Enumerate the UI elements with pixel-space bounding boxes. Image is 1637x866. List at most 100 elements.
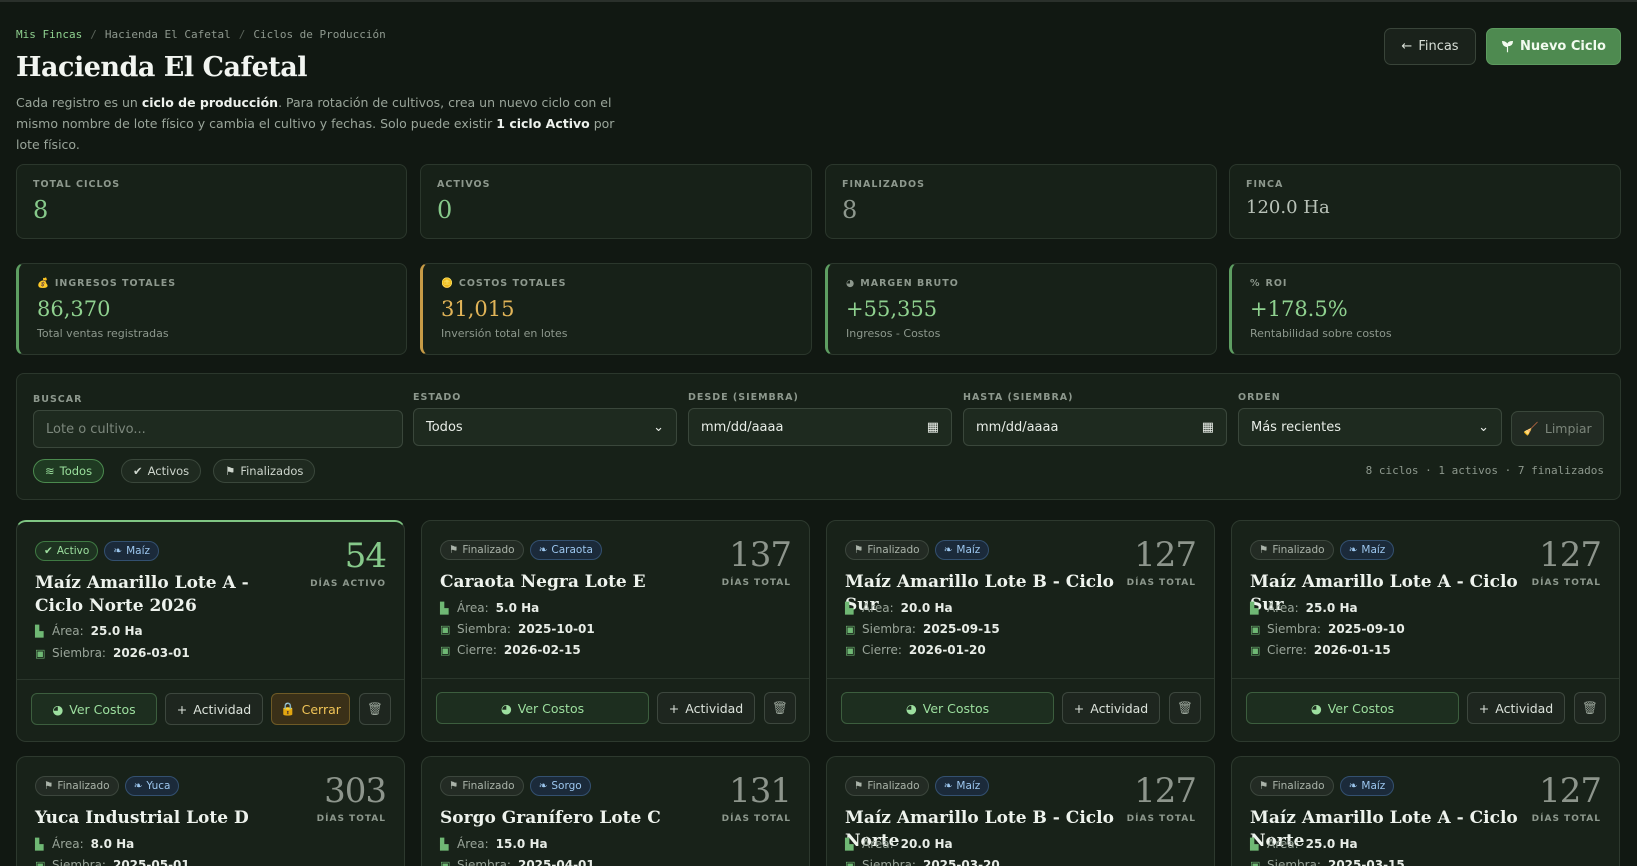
desde-label: DESDE (SIEMBRA) <box>688 392 799 403</box>
back-to-fincas-button[interactable]: ← Fincas <box>1384 28 1476 65</box>
area-info: ▙ Área: 25.0 Ha <box>1250 601 1358 615</box>
breadcrumb-mis-fincas[interactable]: Mis Fincas <box>16 28 82 41</box>
cierre-info: ▣ Cierre: 2026-01-15 <box>1250 643 1391 657</box>
cycle-card[interactable]: ✔ Activo ❧ Maíz 54 DÍAS ACTIVO Maíz Amaril… <box>16 520 405 742</box>
ver-costos-button[interactable]: ◕ Ver Costos <box>1246 692 1459 724</box>
money-bag-icon: 💰 <box>37 278 50 289</box>
stat-finca: FINCA 120.0 Ha <box>1229 164 1621 239</box>
flag-icon: ⚑ <box>854 544 864 556</box>
chip-label: Activos <box>147 464 190 478</box>
plus-icon: + <box>176 701 188 717</box>
calendar-icon: ▣ <box>1250 858 1261 866</box>
cycle-card[interactable]: ⚑ Finalizado ❧ Maíz 127 DÍAS TOTAL Maíz Am… <box>1231 520 1620 742</box>
add-actividad-button[interactable]: + Actividad <box>657 692 755 724</box>
ver-costos-button[interactable]: ◕ Ver Costos <box>436 692 649 724</box>
nuevo-ciclo-button[interactable]: Nuevo Ciclo <box>1486 28 1621 65</box>
fin-label: ROI <box>1265 278 1288 289</box>
cycle-card[interactable]: ⚑ Finalizado ❧ Sorgo 131 DÍAS TOTAL Sorgo … <box>421 756 810 866</box>
pie-icon: ◕ <box>52 701 64 717</box>
cycle-card[interactable]: ⚑ Finalizado ❧ Maíz 127 DÍAS TOTAL Maíz Am… <box>1231 756 1620 866</box>
fin-value: 86,370 <box>37 297 111 321</box>
stat-label: FINALIZADOS <box>842 179 925 190</box>
stat-value: 8 <box>842 196 858 224</box>
area-info: ▙ Área: 25.0 Ha <box>35 624 143 638</box>
add-actividad-button[interactable]: + Actividad <box>1467 692 1565 724</box>
orden-select[interactable]: Más recientes ⌄ <box>1238 408 1502 446</box>
stat-label: TOTAL CICLOS <box>33 179 121 190</box>
plus-icon: + <box>1478 700 1490 716</box>
calendar-icon: ▣ <box>35 646 46 660</box>
cycle-card[interactable]: ⚑ Finalizado ❧ Maíz 127 DÍAS TOTAL Maíz Am… <box>826 520 1215 742</box>
area-info: ▙ Área: 8.0 Ha <box>35 837 135 851</box>
days-count: 303 <box>324 771 387 811</box>
days-label: DÍAS ACTIVO <box>310 579 386 589</box>
calendar-icon[interactable]: ▦ <box>927 420 939 435</box>
search-input[interactable]: Lote o cultivo... <box>33 410 403 448</box>
calendar-icon: ▣ <box>1250 622 1261 636</box>
chip-activos[interactable]: ✔ Activos <box>121 459 202 483</box>
delete-button[interactable]: 🗑 <box>1169 692 1201 724</box>
estado-value: Todos <box>426 419 463 435</box>
cycle-card[interactable]: ⚑ Finalizado ❧ Maíz 127 DÍAS TOTAL Maíz Am… <box>826 756 1215 866</box>
crop-badge: ❧ Maíz <box>934 540 990 560</box>
chip-finalizados[interactable]: ⚑ Finalizados <box>213 459 316 483</box>
limpiar-button[interactable]: 🧹 Limpiar <box>1511 411 1604 446</box>
add-actividad-button[interactable]: + Actividad <box>165 693 263 725</box>
days-label: DÍAS TOTAL <box>1126 578 1196 588</box>
card-actions: ◕ Ver Costos + Actividad 🗑 <box>1232 678 1619 741</box>
desde-value: mm/dd/aaaa <box>701 419 784 435</box>
fin-margen: ◕ MARGEN BRUTO +55,355 Ingresos - Costos <box>825 263 1217 355</box>
siembra-info: ▣ Siembra: 2025-03-20 <box>845 858 1000 866</box>
ver-costos-button[interactable]: ◕ Ver Costos <box>31 693 157 725</box>
fin-sub: Rentabilidad sobre costos <box>1250 327 1392 340</box>
card-actions: ◕ Ver Costos + Actividad 🗑 <box>422 678 809 741</box>
pie-icon: ◕ <box>500 700 512 716</box>
cierre-info: ▣ Cierre: 2026-01-20 <box>845 643 986 657</box>
days-label: DÍAS TOTAL <box>1531 814 1601 824</box>
page-title: Hacienda El Cafetal <box>16 52 308 83</box>
delete-button[interactable]: 🗑 <box>1574 692 1606 724</box>
card-title: Maíz Amarillo Lote A - Ciclo Norte 2026 <box>35 573 249 616</box>
ruler-icon: ▙ <box>440 837 449 851</box>
card-title: Sorgo Granífero Lote C <box>440 808 661 828</box>
cycle-card[interactable]: ⚑ Finalizado ❧ Yuca 303 DÍAS TOTAL Yuca In… <box>16 756 405 866</box>
days-label: DÍAS TOTAL <box>1531 578 1601 588</box>
delete-button[interactable]: 🗑 <box>359 693 391 725</box>
delete-button[interactable]: 🗑 <box>764 692 796 724</box>
calendar-icon[interactable]: ▦ <box>1202 420 1214 435</box>
trash-icon: 🗑 <box>1582 700 1598 715</box>
cerrar-ciclo-button[interactable]: 🔒 Cerrar <box>271 693 350 725</box>
ruler-icon: ▙ <box>1250 837 1259 851</box>
cycle-card[interactable]: ⚑ Finalizado ❧ Caraota 137 DÍAS TOTAL Cara… <box>421 520 810 742</box>
estado-select[interactable]: Todos ⌄ <box>413 408 677 446</box>
breadcrumb-finca[interactable]: Hacienda El Cafetal <box>105 28 231 41</box>
status-badge: ⚑ Finalizado <box>845 776 929 796</box>
chip-label: Finalizados <box>240 464 304 478</box>
lock-icon: 🔒 <box>280 701 296 716</box>
stat-value: 0 <box>437 196 453 224</box>
coins-icon: 🪙 <box>441 278 454 289</box>
leaf-icon: ❧ <box>943 544 953 556</box>
status-badge: ⚑ Finalizado <box>35 776 119 796</box>
flag-icon: ⚑ <box>449 780 459 792</box>
buscar-label: BUSCAR <box>33 394 83 405</box>
pie-icon: ◕ <box>1310 700 1322 716</box>
flag-icon: ⚑ <box>854 780 864 792</box>
fin-ingresos: 💰 INGRESOS TOTALES 86,370 Total ventas re… <box>16 263 407 355</box>
add-actividad-button[interactable]: + Actividad <box>1062 692 1160 724</box>
chip-todos[interactable]: ≋ Todos <box>33 459 105 483</box>
ruler-icon: ▙ <box>845 601 854 615</box>
page-description: Cada registro es un ciclo de producción.… <box>16 95 615 152</box>
area-info: ▙ Área: 15.0 Ha <box>440 837 548 851</box>
ver-costos-button[interactable]: ◕ Ver Costos <box>841 692 1054 724</box>
trash-icon: 🗑 <box>1177 700 1193 715</box>
leaf-icon: ❧ <box>538 544 548 556</box>
ruler-icon: ▙ <box>35 624 44 638</box>
leaf-icon: ❧ <box>133 780 143 792</box>
calendar-check-icon: ▣ <box>440 643 451 657</box>
breadcrumb-separator: / <box>90 28 97 41</box>
chevron-down-icon: ⌄ <box>653 419 664 435</box>
stat-total-ciclos: TOTAL CICLOS 8 <box>16 164 407 239</box>
hasta-date-input[interactable]: mm/dd/aaaa ▦ <box>963 408 1227 446</box>
desde-date-input[interactable]: mm/dd/aaaa ▦ <box>688 408 952 446</box>
